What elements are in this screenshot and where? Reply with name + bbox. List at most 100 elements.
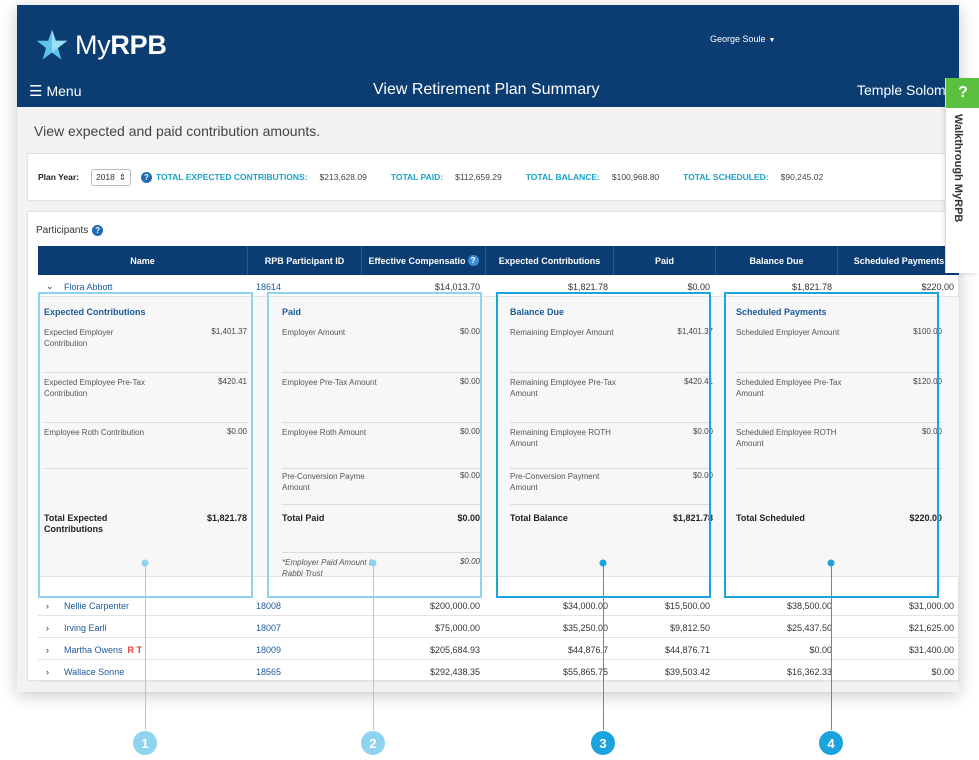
- chevron-right-icon[interactable]: ›: [46, 617, 49, 638]
- detail-item-value: $420.41: [218, 377, 247, 386]
- detail-item-label: Remaining Employee ROTH Amount: [510, 428, 611, 448]
- total-scheduled-label: TOTAL SCHEDULED:: [683, 172, 769, 182]
- callout-anchor-dot: [369, 559, 377, 567]
- detail-item: Pre-Conversion Payme Amount $0.00: [282, 471, 480, 505]
- table-row[interactable]: › Martha Owens R T 18009 $205,684.93 $44,…: [38, 639, 959, 660]
- paid-value: $0.00: [687, 281, 710, 292]
- detail-item: Employee Pre-Tax Amount $0.00: [282, 377, 480, 423]
- logo[interactable]: MyRPB: [35, 25, 167, 65]
- table-header: Name RPB Participant ID Effective Compen…: [38, 246, 959, 275]
- organization-name: Temple Solom: [857, 82, 946, 98]
- walkthrough-tab[interactable]: ? Walkthrough MyRPB: [945, 78, 979, 273]
- detail-total-label: Total Balance: [510, 513, 568, 523]
- question-icon[interactable]: ?: [946, 78, 979, 108]
- balance-value: $0.00: [809, 644, 832, 655]
- detail-item: Employer Amount $0.00: [282, 327, 480, 373]
- participant-name-text: Nellie Carpenter: [64, 600, 130, 611]
- detail-total-value: $1,821.78: [206, 513, 247, 523]
- user-menu[interactable]: George Soule ▼: [710, 34, 775, 44]
- row-detail-panel: Expected Contributions Expected Employer…: [38, 297, 959, 578]
- help-icon[interactable]: ?: [92, 225, 104, 236]
- column-header-label: Expected Contributions: [498, 255, 601, 266]
- column-header-name[interactable]: Name: [38, 246, 248, 275]
- column-header-id[interactable]: RPB Participant ID: [248, 246, 362, 275]
- chevron-right-icon[interactable]: ›: [46, 639, 49, 660]
- callout-badge-2: 2: [361, 731, 385, 755]
- star-logo-icon: [36, 29, 68, 60]
- column-header-balance[interactable]: Balance Due: [716, 246, 838, 275]
- table-row[interactable]: › Wallace Sonne 18565 $292,438.35 $55,86…: [38, 661, 959, 682]
- select-arrows-icon: ⇕: [118, 171, 126, 182]
- column-header-label: Effective Compensatio: [368, 255, 466, 266]
- participant-name[interactable]: Flora Abbott: [64, 276, 113, 297]
- detail-total-label: Total Paid: [282, 513, 325, 523]
- chevron-right-icon[interactable]: ›: [46, 595, 49, 616]
- participants-panel: Participants ? Name RPB Participant ID E…: [27, 211, 959, 682]
- callout-anchor-dot: [827, 559, 835, 567]
- column-header-expected[interactable]: Expected Contributions: [486, 246, 614, 275]
- participant-id[interactable]: 18565: [256, 661, 281, 682]
- menu-button[interactable]: ☰ Menu: [29, 82, 81, 100]
- paid-value: $44,876.71: [664, 644, 710, 655]
- panel-title: Balance Due: [510, 307, 565, 317]
- detail-item-value: $0.00: [226, 427, 247, 436]
- paid-value: $9,812.50: [669, 622, 710, 633]
- participant-name[interactable]: Irving Earll: [64, 617, 107, 638]
- plan-year-select[interactable]: 2018 ⇕: [90, 168, 131, 186]
- column-header-scheduled[interactable]: Scheduled Payments: [838, 246, 959, 275]
- brand-name: MyRPB: [75, 29, 167, 60]
- scheduled-value: $31,000.00: [908, 600, 954, 611]
- app-window: MyRPB George Soule ▼ ☰ Menu View Retireme…: [17, 5, 959, 692]
- detail-item: Scheduled Employee ROTH Amount $0.00: [736, 427, 942, 469]
- detail-item-label: Pre-Conversion Payme Amount: [282, 472, 365, 492]
- compensation-value: $205,684.93: [429, 644, 480, 655]
- participant-id[interactable]: 18614: [256, 276, 281, 297]
- participant-name[interactable]: Martha Owens R T: [64, 639, 142, 660]
- expected-contributions-panel: Expected Contributions Expected Employer…: [38, 297, 253, 577]
- detail-note: *Employer Paid Amount in Rabbi Trust $0.0…: [282, 557, 480, 581]
- expected-value: $55,865.75: [562, 666, 608, 677]
- detail-item-value: $0.00: [459, 377, 480, 386]
- expected-value: $35,250.00: [562, 622, 608, 633]
- column-header-paid[interactable]: Paid: [614, 246, 716, 275]
- column-header-compensation[interactable]: Effective Compensatio?: [362, 246, 486, 275]
- detail-item-label: Employer Amount: [282, 328, 346, 337]
- scheduled-value: $31,400.00: [908, 644, 954, 655]
- column-header-label: RPB Participant ID: [264, 255, 345, 266]
- help-icon[interactable]: ?: [467, 255, 479, 266]
- plan-year-value: 2018: [95, 172, 115, 182]
- detail-item-value: $120.00: [913, 377, 942, 386]
- detail-total: Total Expected Contributions $1,821.78: [44, 513, 247, 553]
- detail-item-label: Employee Roth Contribution: [44, 428, 145, 437]
- detail-item: Expected Employee Pre-Tax Contribution $4…: [44, 377, 247, 423]
- panel-title: Scheduled Payments: [736, 307, 827, 317]
- detail-item-value: $420.41: [684, 377, 713, 386]
- chevron-down-icon[interactable]: ⌄: [46, 276, 54, 297]
- balance-due-panel: Balance Due Remaining Employer Amount $1,…: [504, 297, 719, 577]
- participant-name[interactable]: Wallace Sonne: [64, 661, 124, 682]
- participant-id[interactable]: 18007: [256, 617, 281, 638]
- table-row[interactable]: › Nellie Carpenter 18008 $200,000.00 $34…: [38, 595, 959, 616]
- table-row[interactable]: › Irving Earll 18007 $75,000.00 $35,250.…: [38, 617, 959, 638]
- table-row-expanded[interactable]: ⌄ Flora Abbott 18614 $14,013.70 $1,821.7…: [38, 276, 959, 297]
- detail-item-value: $100.00: [913, 327, 942, 336]
- detail-total: Total Balance $1,821.78: [510, 513, 713, 553]
- detail-item-value: $1,401.37: [677, 327, 713, 336]
- chevron-right-icon[interactable]: ›: [46, 661, 49, 682]
- participant-name[interactable]: Nellie Carpenter: [64, 595, 129, 616]
- total-scheduled-value: $90,245.02: [780, 172, 824, 182]
- participant-name-text: Wallace Sonne: [64, 666, 125, 677]
- callout-badge-3: 3: [591, 731, 615, 755]
- detail-item-value: $0.00: [692, 427, 713, 436]
- paid-value: $39,503.42: [664, 666, 710, 677]
- help-icon[interactable]: ?: [140, 171, 152, 183]
- detail-item-label: Remaining Employer Amount: [510, 328, 614, 337]
- detail-item: Employee Roth Contribution $0.00: [44, 427, 247, 469]
- callout-leader-line: [373, 563, 374, 730]
- participant-id[interactable]: 18009: [256, 639, 281, 660]
- panel-title: Paid: [282, 307, 302, 317]
- participant-id[interactable]: 18008: [256, 595, 281, 616]
- top-header: MyRPB George Soule ▼ ☰ Menu View Retireme…: [17, 5, 959, 107]
- detail-item-label: Expected Employee Pre-Tax Contribution: [44, 378, 145, 398]
- paid-value: $15,500.00: [664, 600, 710, 611]
